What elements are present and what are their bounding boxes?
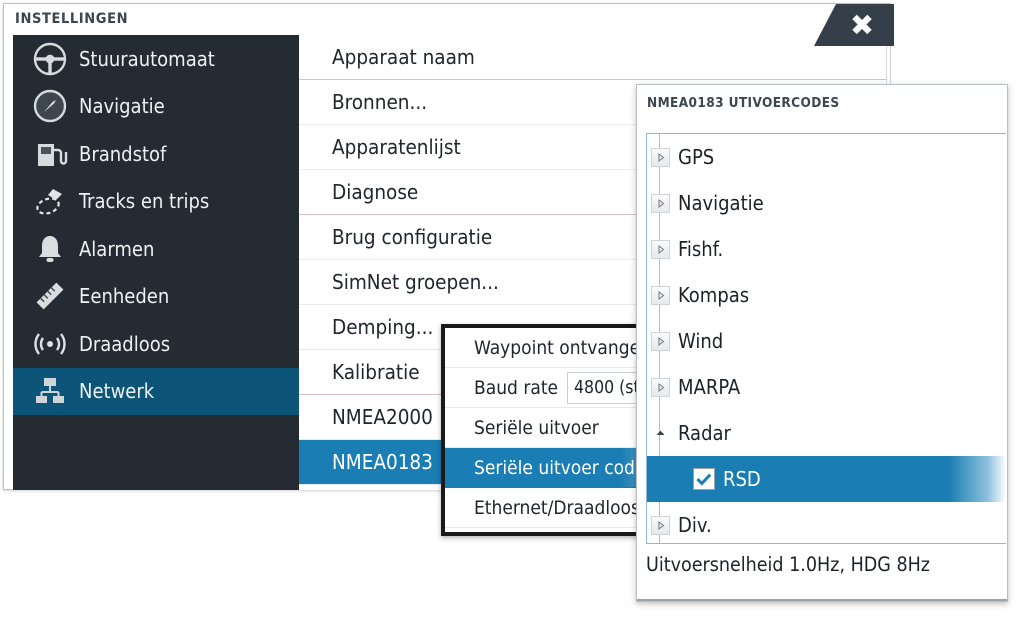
wireless-icon: [27, 324, 73, 364]
sidebar-item-label: Alarmen: [79, 236, 155, 261]
submenu-item-seriele-uitvoer-codes[interactable]: Seriële uitvoer codes.: [445, 448, 645, 488]
sidebar-item-netwerk[interactable]: Netwerk: [13, 367, 299, 415]
menu-item-label: Demping...: [332, 315, 434, 339]
submenu-item-ethernet-draadloos[interactable]: Ethernet/Draadloos: [445, 488, 645, 528]
tree-item-label: Radar: [678, 421, 731, 445]
tree-item-label: GPS: [678, 145, 715, 169]
tree-item-label: Navigatie: [678, 191, 764, 215]
sidebar-item-label: Navigatie: [79, 94, 165, 119]
submenu-item-baud-rate[interactable]: Baud rate 4800 (standaa: [445, 368, 645, 408]
tree-item-kompas[interactable]: Kompas: [647, 272, 1006, 318]
tree-item-gps[interactable]: GPS: [647, 134, 1006, 180]
sidebar-item-label: Tracks en trips: [79, 189, 210, 214]
chevron-right-icon[interactable]: [651, 331, 670, 351]
chevron-right-icon[interactable]: [651, 193, 670, 213]
chevron-right-icon[interactable]: [651, 239, 670, 259]
menu-item-label: Kalibratie: [332, 360, 420, 384]
menu-item-label: SimNet groepen...: [332, 270, 499, 294]
network-icon: [27, 371, 73, 411]
menu-item-label: Bronnen...: [332, 90, 428, 114]
chevron-right-icon[interactable]: [651, 377, 670, 397]
sidebar-item-tracks-en-trips[interactable]: Tracks en trips: [13, 178, 299, 226]
compass-icon: [27, 86, 73, 126]
sidebar-item-stuurautomaat[interactable]: Stuurautomaat: [13, 35, 299, 83]
checkbox-checked-icon[interactable]: [693, 468, 715, 490]
bell-icon: [27, 229, 73, 269]
submenu-item-label: Waypoint ontvangen: [474, 336, 649, 359]
submenu-item-label: Seriële uitvoer codes.: [474, 456, 649, 479]
tree-item-marpa[interactable]: MARPA: [647, 364, 1006, 410]
track-icon: [27, 181, 73, 221]
tree-item-wind[interactable]: Wind: [647, 318, 1006, 364]
submenu-item-label: Seriële uitvoer: [474, 416, 599, 439]
output-codes-tree[interactable]: GPS Navigatie Fishf. Kompas Wind MARPA R…: [646, 133, 1006, 544]
submenu-item-label: Baud rate: [474, 376, 559, 399]
settings-header: INSTELLINGEN: [4, 4, 890, 35]
tree-item-label: Fishf.: [678, 237, 724, 261]
dialog-title: NMEA0183 UTIVOERCODES: [647, 95, 840, 111]
sidebar-item-label: Stuurautomaat: [79, 46, 215, 71]
tree-item-navigatie[interactable]: Navigatie: [647, 180, 1006, 226]
tree-item-label: Div.: [678, 513, 712, 537]
menu-item-label: NMEA0183: [332, 450, 433, 474]
tree-item-fishf[interactable]: Fishf.: [647, 226, 1006, 272]
menu-item-label: Apparatenlijst: [332, 135, 461, 159]
nmea0183-output-codes-dialog: NMEA0183 UTIVOERCODES GPS Navigatie Fish…: [636, 84, 1008, 602]
settings-sidebar[interactable]: Stuurautomaat Navigatie Brandstof Tracks…: [13, 35, 299, 490]
tree-item-rsd[interactable]: RSD: [647, 456, 1006, 502]
chevron-right-icon[interactable]: [651, 285, 670, 305]
menu-item-label: Brug configuratie: [332, 225, 493, 249]
chevron-up-icon[interactable]: [651, 424, 670, 443]
menu-item-apparaat-naam[interactable]: Apparaat naam: [299, 35, 894, 80]
chevron-right-icon[interactable]: [651, 147, 670, 167]
chevron-right-icon[interactable]: [651, 515, 670, 535]
submenu-item-label: Ethernet/Draadloos: [474, 496, 640, 519]
screen-root: INSTELLINGEN Stuurautomaat Navigatie Bra…: [0, 0, 1024, 622]
sidebar-item-draadloos[interactable]: Draadloos: [13, 320, 299, 368]
nmea0183-submenu[interactable]: Waypoint ontvangen Baud rate 4800 (stand…: [441, 324, 649, 536]
menu-item-label: Diagnose: [332, 180, 419, 204]
menu-item-label: NMEA2000: [332, 405, 433, 429]
sidebar-item-brandstof[interactable]: Brandstof: [13, 130, 299, 178]
tree-item-label: Kompas: [678, 283, 750, 307]
tree-item-div[interactable]: Div.: [647, 502, 1006, 543]
sidebar-item-label: Netwerk: [79, 379, 155, 404]
submenu-item-waypoint-ontvangen[interactable]: Waypoint ontvangen: [445, 328, 645, 368]
sidebar-item-label: Eenheden: [79, 284, 170, 309]
tree-item-label: MARPA: [678, 375, 741, 399]
steering-wheel-icon: [27, 39, 73, 79]
sidebar-item-navigatie[interactable]: Navigatie: [13, 83, 299, 131]
sidebar-item-eenheden[interactable]: Eenheden: [13, 273, 299, 321]
sidebar-item-label: Brandstof: [79, 141, 167, 166]
sidebar-item-alarmen[interactable]: Alarmen: [13, 225, 299, 273]
fuel-pump-icon: [27, 134, 73, 174]
tree-item-radar[interactable]: Radar: [647, 410, 1006, 456]
menu-item-label: Apparaat naam: [332, 45, 475, 69]
dialog-bottom-divider: [637, 599, 1007, 601]
output-rate-status: Uitvoersnelheid 1.0Hz, HDG 8Hz: [646, 553, 931, 576]
ruler-icon: [27, 276, 73, 316]
page-title: INSTELLINGEN: [15, 11, 129, 27]
tree-item-label: RSD: [723, 467, 761, 491]
sidebar-item-label: Draadloos: [79, 331, 171, 356]
submenu-item-seriele-uitvoer[interactable]: Seriële uitvoer: [445, 408, 645, 448]
tree-item-label: Wind: [678, 329, 724, 353]
